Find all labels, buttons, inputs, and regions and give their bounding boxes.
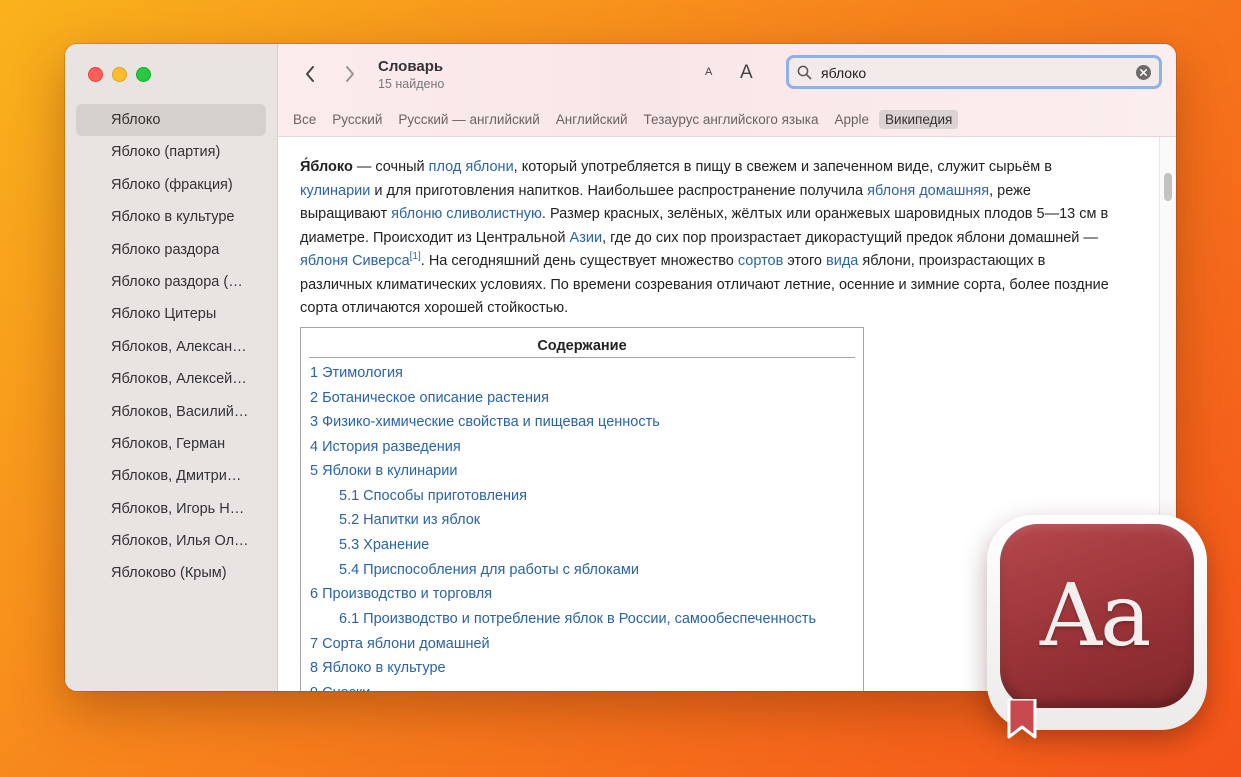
- footnote-link[interactable]: [1]: [410, 251, 421, 262]
- results-count: 15 найдено: [378, 77, 445, 91]
- tab-6[interactable]: Википедия: [879, 110, 959, 129]
- tab-5[interactable]: Apple: [829, 110, 876, 129]
- clear-search-button[interactable]: [1136, 65, 1151, 80]
- link-yablonya-siversa[interactable]: яблоня Сиверса: [300, 253, 410, 269]
- toc-link[interactable]: 2 Ботаническое описание растения: [310, 386, 863, 411]
- toolbar: Словарь 15 найдено A A ВсеРусскийРусский…: [278, 44, 1176, 137]
- sidebar-item[interactable]: Яблоков, Василий…: [76, 396, 266, 428]
- toc-link[interactable]: 1 Этимология: [310, 361, 863, 386]
- sidebar-item[interactable]: Яблоко: [76, 104, 266, 137]
- decrease-font-button[interactable]: A: [705, 66, 712, 78]
- toc-link[interactable]: 5.1 Способы приготовления: [310, 484, 863, 509]
- toc-link[interactable]: 6.1 Производство и потребление яблок в Р…: [310, 607, 863, 632]
- article-text-segment: , где до сих пор произрастает дикорастущ…: [602, 229, 1098, 246]
- toc-link[interactable]: 3 Физико-химические свойства и пищевая ц…: [310, 410, 863, 435]
- article-text-segment: , который употребляется в пищу в свежем …: [513, 159, 1052, 175]
- tab-0[interactable]: Все: [287, 110, 322, 129]
- toc-link[interactable]: 8 Яблоко в культуре: [310, 656, 863, 681]
- sidebar: Яблоко Яблоко (партия) Яблоко (фракция) Ябл…: [65, 44, 278, 691]
- sidebar-item[interactable]: Яблоко (фракция): [76, 169, 266, 201]
- link-vid[interactable]: вида: [826, 253, 858, 269]
- scrollbar-thumb[interactable]: [1164, 173, 1172, 201]
- toc-link[interactable]: 9 Сноски: [310, 681, 863, 691]
- toc-list: 1 Этимология 2 Ботаническое описание раст…: [310, 361, 863, 691]
- article-text: Я́блоко — сочный плод яблони, который уп…: [300, 156, 1120, 321]
- sidebar-item[interactable]: Яблоко раздора: [76, 234, 266, 266]
- magnifier-icon: [797, 65, 812, 80]
- sidebar-item[interactable]: Яблоков, Герман: [76, 428, 266, 460]
- toc-link[interactable]: 7 Сорта яблони домашней: [310, 632, 863, 657]
- sidebar-item[interactable]: Яблоко Цитеры: [76, 298, 266, 330]
- close-icon: [1140, 69, 1147, 76]
- minimize-window-button[interactable]: [112, 67, 127, 82]
- chevron-right-icon: [346, 66, 354, 82]
- tab-2[interactable]: Русский — английский: [392, 110, 545, 129]
- sidebar-item[interactable]: Яблоково (Крым): [76, 557, 266, 589]
- search-results-list: Яблоко Яблоко (партия) Яблоко (фракция) Ябл…: [76, 104, 266, 590]
- sidebar-item[interactable]: Яблоков, Алексан…: [76, 331, 266, 363]
- article-text-segment: . На сегодняшний день существует множест…: [420, 253, 738, 269]
- window-controls: [88, 67, 151, 82]
- table-of-contents: Содержание 1 Этимология 2 Ботаническое оп…: [300, 327, 864, 691]
- source-tabs: Все Русский Русский — английский Английский…: [287, 110, 959, 129]
- window-title: Словарь: [378, 58, 444, 75]
- article-text-segment: — сочный: [352, 159, 429, 175]
- link-sorta[interactable]: сортов: [738, 253, 783, 269]
- book-cover: Aa: [1000, 524, 1194, 708]
- tab-4[interactable]: Тезаурус английского языка: [638, 110, 825, 129]
- article-text-segment: этого: [783, 253, 827, 269]
- sidebar-item[interactable]: Яблоков, Алексей…: [76, 363, 266, 395]
- increase-font-button[interactable]: A: [740, 62, 753, 84]
- toc-link[interactable]: 4 История разведения: [310, 435, 863, 460]
- link-aziya[interactable]: Азии: [570, 230, 603, 246]
- tab-1[interactable]: Русский: [326, 110, 388, 129]
- headword: Я́блоко: [300, 159, 353, 175]
- toc-link[interactable]: 6 Производство и торговля: [310, 582, 863, 607]
- forward-button[interactable]: [340, 64, 360, 84]
- search-input[interactable]: [819, 62, 1123, 84]
- toc-link[interactable]: 5.4 Приспособления для работы с яблоками: [310, 558, 863, 583]
- search-field[interactable]: [786, 55, 1162, 89]
- toc-link[interactable]: 5.2 Напитки из яблок: [310, 508, 863, 533]
- sidebar-item[interactable]: Яблоко в культуре: [76, 201, 266, 233]
- toc-link[interactable]: 5 Яблоки в кулинарии: [310, 459, 863, 484]
- tab-3[interactable]: Английский: [550, 110, 634, 129]
- close-window-button[interactable]: [88, 67, 103, 82]
- link-kulinariya[interactable]: кулинарии: [300, 183, 370, 199]
- sidebar-item[interactable]: Яблоков, Дмитри…: [76, 460, 266, 492]
- toc-link[interactable]: 5.3 Хранение: [310, 533, 863, 558]
- article-text-segment: и для приготовления напитков. Наибольшее…: [370, 182, 868, 199]
- back-button[interactable]: [300, 64, 320, 84]
- chevron-left-icon: [306, 66, 314, 82]
- sidebar-item[interactable]: Яблоков, Илья Ол…: [76, 525, 266, 557]
- sidebar-item[interactable]: Яблоко (партия): [76, 136, 266, 168]
- app-icon-letters: Aa: [1040, 566, 1151, 666]
- sidebar-item[interactable]: Яблоко раздора (…: [76, 266, 266, 298]
- dictionary-app-icon: Aa: [987, 515, 1207, 739]
- toc-title: Содержание: [309, 338, 855, 358]
- bookmark-ribbon-icon: [1007, 699, 1037, 739]
- zoom-window-button[interactable]: [136, 67, 151, 82]
- link-yablonya-slivolistnaya[interactable]: яблоню сливолистную: [391, 206, 542, 222]
- sidebar-item[interactable]: Яблоков, Игорь Н…: [76, 493, 266, 525]
- link-yablonya-domashnyaya[interactable]: яблоня домашняя: [867, 183, 989, 199]
- link-plod-yabloni[interactable]: плод яблони: [429, 159, 514, 175]
